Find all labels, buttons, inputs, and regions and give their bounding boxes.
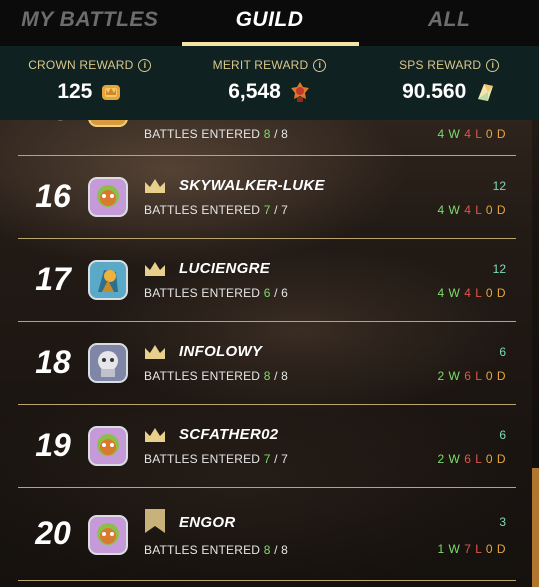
win-loss-draw: 4 W 4 L 0 D	[437, 203, 506, 217]
rank-number: 17	[35, 261, 71, 297]
list-item[interactable]: 17 LUCIENGRE BATTLES ENTERED 6 / 6 12 4 …	[18, 239, 516, 322]
player-name[interactable]: SCFATHER02	[179, 426, 278, 443]
avatar	[88, 515, 128, 555]
score-value: 6	[499, 345, 506, 359]
scrollbar-thumb[interactable]	[532, 468, 539, 587]
scrollbar[interactable]	[532, 120, 539, 587]
battles-entered-total: 7	[281, 452, 289, 466]
info-icon[interactable]: i	[138, 58, 152, 72]
score-value: 6	[499, 428, 506, 442]
win-loss-draw: 4 W 4 L 0 D	[437, 127, 506, 141]
list-item[interactable]: 19 SCFATHER02 BATTLES ENTERED 7 / 7 6 2 …	[18, 405, 516, 488]
battles-entered-total: 8	[281, 127, 289, 141]
guild-battle-list: 15 BATTLES ENTERED 8 / 8 4 W 4 L 0 D 16	[0, 120, 539, 587]
monster-portrait-icon	[98, 351, 118, 377]
rank-number: 19	[35, 427, 71, 463]
battles-entered-label: BATTLES ENTERED	[144, 452, 261, 466]
rank-number: 15	[18, 120, 88, 128]
avatar	[88, 426, 128, 466]
player-name[interactable]: LUCIENGRE	[179, 260, 270, 277]
avatar	[88, 177, 128, 217]
guild-emblem-icon	[90, 120, 126, 125]
crown-icon	[145, 262, 165, 276]
battles-entered-label: BATTLES ENTERED	[144, 203, 261, 217]
score-value: 12	[492, 179, 506, 193]
sps-shard-icon	[478, 84, 494, 101]
battles-entered-count: 6	[263, 286, 271, 300]
battles-entered-count: 8	[263, 543, 271, 557]
sps-reward: SPS REWARD i 90.560	[359, 46, 539, 120]
rank-number: 20	[35, 515, 71, 551]
tab-all[interactable]: ALL	[359, 0, 539, 46]
info-icon[interactable]: i	[486, 58, 500, 72]
battles-entered-label: BATTLES ENTERED	[144, 127, 261, 141]
sps-reward-label: SPS REWARD	[399, 58, 482, 72]
avatar	[88, 260, 128, 300]
battles-entered-total: 6	[281, 286, 289, 300]
crown-reward-value: 125	[57, 80, 93, 103]
battle-tabs: MY BATTLES GUILD ALL	[0, 0, 539, 46]
win-loss-draw: 1 W 7 L 0 D	[437, 542, 506, 556]
monster-portrait-icon	[97, 185, 119, 207]
crown-token-icon	[102, 85, 121, 100]
info-icon[interactable]: i	[313, 58, 327, 72]
player-name[interactable]: ENGOR	[179, 514, 236, 531]
win-loss-draw: 4 W 4 L 0 D	[437, 286, 506, 300]
player-name[interactable]: SKYWALKER-LUKE	[179, 177, 325, 194]
player-name[interactable]: INFOLOWY	[179, 343, 262, 360]
list-item[interactable]: 15 BATTLES ENTERED 8 / 8 4 W 4 L 0 D	[18, 120, 516, 156]
merit-medal-icon	[290, 82, 309, 102]
tab-my-battles[interactable]: MY BATTLES	[0, 0, 180, 46]
battles-entered-label: BATTLES ENTERED	[144, 543, 261, 557]
avatar	[88, 120, 128, 127]
battles-entered-count: 7	[263, 452, 271, 466]
crown-reward-label: CROWN REWARD	[28, 58, 134, 72]
battles-entered-count: 7	[263, 203, 271, 217]
banner-icon	[145, 509, 165, 533]
battles-entered-total: 8	[281, 369, 289, 383]
list-item[interactable]: 18 INFOLOWY BATTLES ENTERED 8 / 8 6 2 W …	[18, 322, 516, 405]
battles-entered-count: 8	[263, 369, 271, 383]
merit-reward-label: MERIT REWARD	[212, 58, 309, 72]
battles-entered-count: 8	[263, 127, 271, 141]
win-loss-draw: 2 W 6 L 0 D	[437, 369, 506, 383]
battles-entered-total: 8	[281, 543, 289, 557]
crown-icon	[145, 345, 165, 359]
battles-entered-label: BATTLES ENTERED	[144, 369, 261, 383]
score-value: 3	[499, 515, 506, 529]
crown-icon	[145, 179, 165, 193]
tab-guild[interactable]: GUILD	[180, 0, 360, 46]
rank-number: 18	[35, 344, 71, 380]
sps-reward-value: 90.560	[402, 80, 467, 103]
win-loss-draw: 2 W 6 L 0 D	[437, 452, 506, 466]
monster-portrait-icon	[98, 270, 118, 292]
crown-icon	[145, 428, 165, 442]
merit-reward: MERIT REWARD i 6,548	[180, 46, 360, 120]
crown-reward: CROWN REWARD i 125	[0, 46, 180, 120]
battles-entered-label: BATTLES ENTERED	[144, 286, 261, 300]
list-item[interactable]: 20 ENGOR BATTLES ENTERED 8 / 8 3 1 W 7 L…	[18, 488, 516, 581]
monster-portrait-icon	[97, 523, 119, 545]
rank-number: 16	[35, 178, 71, 214]
avatar	[88, 343, 128, 383]
merit-reward-value: 6,548	[228, 80, 281, 103]
score-value: 12	[492, 262, 506, 276]
monster-portrait-icon	[97, 434, 119, 456]
battles-entered-total: 7	[281, 203, 289, 217]
list-item[interactable]: 16 SKYWALKER-LUKE BATTLES ENTERED 7 / 7 …	[18, 156, 516, 239]
rewards-bar: CROWN REWARD i 125 MERIT REWARD i 6,548	[0, 46, 539, 120]
